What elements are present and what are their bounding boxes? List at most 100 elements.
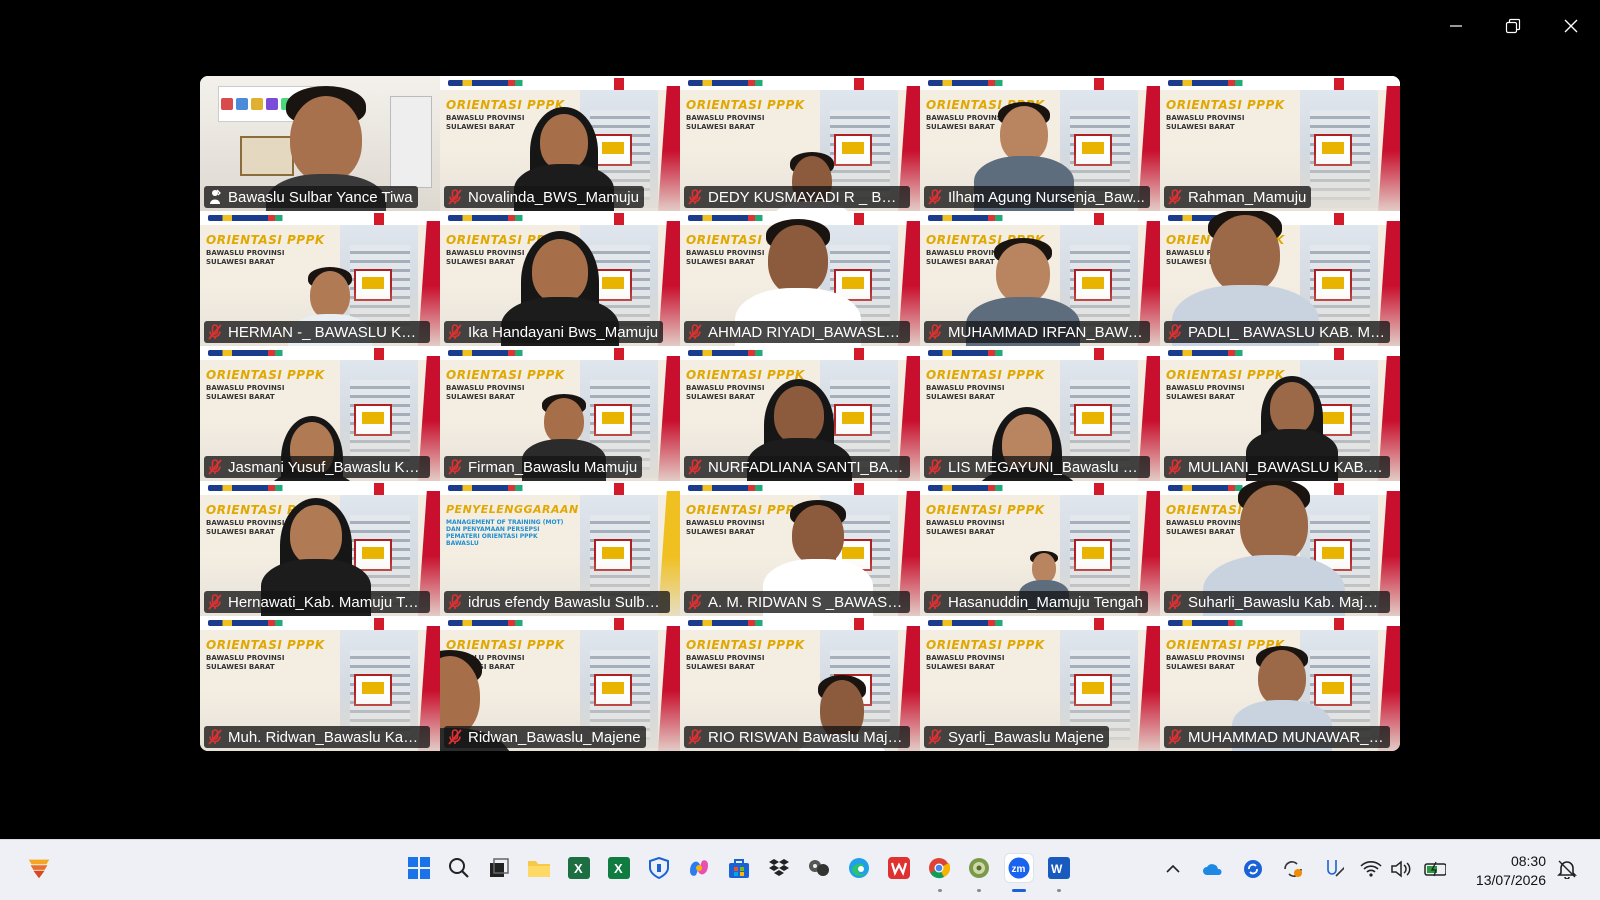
- participant-tile[interactable]: ORIENTASI PPPK BAWASLU PROVINSI SULAWESI…: [680, 346, 920, 481]
- slide-title: ORIENTASI PPPK: [446, 98, 565, 112]
- excel-icon[interactable]: X: [605, 854, 633, 882]
- participant-tile[interactable]: ORIENTASI PPPK BAWASLU PROVINSI SULAWESI…: [200, 346, 440, 481]
- app-icon[interactable]: [805, 854, 833, 882]
- mic-muted-icon: [448, 324, 462, 340]
- slide-subtitle: BAWASLU PROVINSI SULAWESI BARAT: [206, 249, 285, 266]
- edge-icon[interactable]: [845, 854, 873, 882]
- battery-icon[interactable]: [1424, 858, 1446, 880]
- start-icon[interactable]: [405, 854, 433, 882]
- participant-tile[interactable]: ORIENTASI PPPK BAWASLU PROVINSI SULAWESI…: [440, 616, 680, 751]
- participant-tile[interactable]: ORIENTASI PPPK BAWASLU PROVINSI SULAWESI…: [680, 76, 920, 211]
- wall-banner: [390, 96, 432, 188]
- search-icon[interactable]: [445, 854, 473, 882]
- minimize-button[interactable]: [1433, 10, 1479, 42]
- mic-muted-icon: [1168, 324, 1182, 340]
- participant-tile[interactable]: ORIENTASI PPPK BAWASLU PROVINSI SULAWESI…: [680, 211, 920, 346]
- mic-muted-icon: [928, 594, 942, 610]
- taskbar: X X zm W 08:30 13/07/2026: [0, 839, 1600, 900]
- chevron-up-icon[interactable]: [1162, 858, 1184, 880]
- task-view-icon[interactable]: [485, 854, 513, 882]
- slide-logos: [1168, 80, 1288, 86]
- svg-text:X: X: [574, 861, 583, 876]
- participant-name: A. M. RIDWAN S _BAWASLU ...: [708, 593, 905, 611]
- copilot-icon[interactable]: [685, 854, 713, 882]
- participant-name: MUHAMMAD IRFAN_BAWAS...: [948, 323, 1145, 341]
- participant-tile[interactable]: ORIENTASI PPPK BAWASLU PROVINSI SULAWESI…: [1160, 76, 1400, 211]
- participant-tile[interactable]: ORIENTASI PPPK BAWASLU PROVINSI SULAWESI…: [920, 616, 1160, 751]
- participant-name: Suharli_Bawaslu Kab. Majene: [1188, 593, 1385, 611]
- slide-title: PENYELENGGARAAN: [446, 503, 579, 516]
- participant-name-label: HERMAN -_ BAWASLU KABU...: [204, 321, 430, 343]
- slide-subtitle: BAWASLU PROVINSI SULAWESI BARAT: [1166, 114, 1245, 131]
- running-indicator: [1057, 889, 1061, 892]
- participant-name: Ilham Agung Nursenja_Baw...: [948, 188, 1145, 206]
- mic-muted-icon: [688, 324, 702, 340]
- slide-logos: [688, 80, 808, 86]
- sync-icon[interactable]: [1242, 858, 1264, 880]
- file-explorer-icon[interactable]: [525, 854, 553, 882]
- slide-logos: [688, 620, 808, 626]
- zoom-icon[interactable]: zm: [1005, 854, 1033, 882]
- dropbox-icon[interactable]: [765, 854, 793, 882]
- participant-tile[interactable]: ORIENTASI PPPK BAWASLU PROVINSI SULAWESI…: [680, 616, 920, 751]
- onedrive-icon[interactable]: [1202, 858, 1224, 880]
- pen-icon[interactable]: [1322, 858, 1344, 880]
- participant-name-label: Ridwan_Bawaslu_Majene: [444, 726, 646, 748]
- participant-name: Ika Handayani Bws_Mamuju: [468, 323, 659, 341]
- close-icon: [1564, 19, 1578, 33]
- restore-button[interactable]: [1490, 10, 1536, 42]
- participant-tile[interactable]: ORIENTASI PPPK BAWASLU PROVINSI SULAWESI…: [920, 76, 1160, 211]
- participant-tile[interactable]: ORIENTASI PPPK BAWASLU PROVINSI SULAWESI…: [440, 76, 680, 211]
- slide-subtitle: BAWASLU PROVINSI SULAWESI BARAT: [686, 114, 765, 131]
- minimize-icon: [1450, 25, 1462, 27]
- participant-tile[interactable]: ORIENTASI PPPK BAWASLU PROVINSI SULAWESI…: [1160, 211, 1400, 346]
- slide-title: ORIENTASI PPPK: [926, 503, 1045, 517]
- participant-name: Jasmani Yusuf_Bawaslu Kab....: [228, 458, 425, 476]
- participant-name: Rahman_Mamuju: [1188, 188, 1307, 206]
- participant-tile[interactable]: PENYELENGGARAAN MANAGEMENT OF TRAINING (…: [440, 481, 680, 616]
- slide-subtitle: BAWASLU PROVINSI SULAWESI BARAT: [446, 384, 525, 401]
- mic-muted-icon: [688, 459, 702, 475]
- app-icon[interactable]: [965, 854, 993, 882]
- update-icon[interactable]: [1282, 858, 1304, 880]
- participant-tile[interactable]: ORIENTASI PPPK BAWASLU PROVINSI SULAWESI…: [440, 211, 680, 346]
- participant-tile[interactable]: ORIENTASI PPPK BAWASLU PROVINSI SULAWESI…: [1160, 616, 1400, 751]
- participant-tile[interactable]: Bawaslu Sulbar Yance Tiwa: [200, 76, 440, 211]
- participant-tile[interactable]: ORIENTASI PPPK BAWASLU PROVINSI SULAWESI…: [1160, 481, 1400, 616]
- slide-title: ORIENTASI PPPK: [926, 368, 1045, 382]
- participant-name-label: Ika Handayani Bws_Mamuju: [444, 321, 664, 343]
- slide-logos: [928, 485, 1048, 491]
- wps-icon[interactable]: [885, 854, 913, 882]
- participant-tile[interactable]: ORIENTASI PPPK BAWASLU PROVINSI SULAWESI…: [200, 211, 440, 346]
- word-icon[interactable]: W: [1045, 854, 1073, 882]
- mic-muted-icon: [688, 189, 702, 205]
- participant-name-label: MUHAMMAD IRFAN_BAWAS...: [924, 321, 1150, 343]
- clock-time: 08:30: [1510, 853, 1546, 869]
- participant-tile[interactable]: ORIENTASI PPPK BAWASLU PROVINSI SULAWESI…: [920, 211, 1160, 346]
- wifi-icon[interactable]: [1360, 858, 1382, 880]
- mic-muted-icon: [688, 594, 702, 610]
- slide-title: ORIENTASI PPPK: [1166, 98, 1285, 112]
- participant-name: DEDY KUSMAYADI R _ BAW...: [708, 188, 905, 206]
- security-icon[interactable]: [645, 854, 673, 882]
- clock[interactable]: 08:30 13/07/2026: [1476, 852, 1546, 890]
- mic-muted-icon: [1168, 729, 1182, 745]
- participant-tile[interactable]: ORIENTASI PPPK BAWASLU PROVINSI SULAWESI…: [1160, 346, 1400, 481]
- volume-icon[interactable]: [1390, 858, 1412, 880]
- wall-certificate: [240, 136, 294, 176]
- notification-icon[interactable]: [1556, 858, 1578, 880]
- excel-icon[interactable]: X: [565, 854, 593, 882]
- widgets-icon[interactable]: [25, 854, 53, 882]
- participant-tile[interactable]: ORIENTASI PPPK BAWASLU PROVINSI SULAWESI…: [200, 481, 440, 616]
- participant-name-label: Bawaslu Sulbar Yance Tiwa: [204, 186, 418, 208]
- participant-tile[interactable]: ORIENTASI PPPK BAWASLU PROVINSI SULAWESI…: [440, 346, 680, 481]
- chrome-icon[interactable]: [925, 854, 953, 882]
- participant-tile[interactable]: ORIENTASI PPPK BAWASLU PROVINSI SULAWESI…: [920, 346, 1160, 481]
- store-icon[interactable]: [725, 854, 753, 882]
- participant-tile[interactable]: ORIENTASI PPPK BAWASLU PROVINSI SULAWESI…: [200, 616, 440, 751]
- close-button[interactable]: [1548, 10, 1594, 42]
- slide-logos: [448, 620, 568, 626]
- participant-tile[interactable]: ORIENTASI PPPK BAWASLU PROVINSI SULAWESI…: [680, 481, 920, 616]
- participant-tile[interactable]: ORIENTASI PPPK BAWASLU PROVINSI SULAWESI…: [920, 481, 1160, 616]
- mic-muted-icon: [448, 459, 462, 475]
